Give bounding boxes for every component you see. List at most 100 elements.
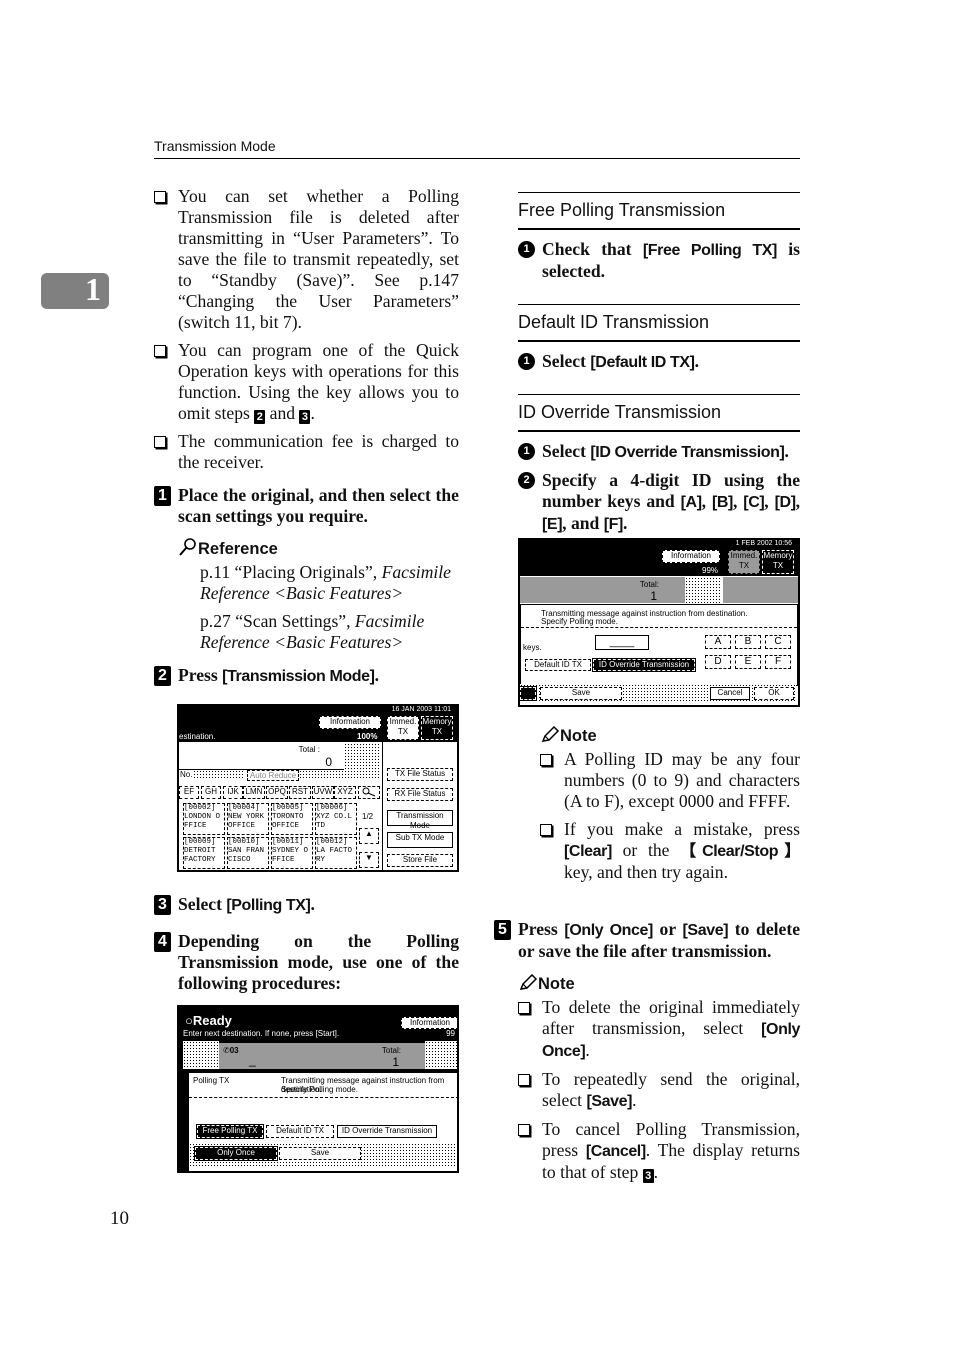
save-button[interactable]: Save xyxy=(279,1147,361,1160)
memory-percent: 99 xyxy=(446,1029,455,1038)
phone-icon: ✆03 xyxy=(223,1046,239,1055)
polling-tx-panel: Polling TX Transmitting message against … xyxy=(187,1073,457,1171)
save-button[interactable]: Save xyxy=(540,687,622,700)
id-override-step-1: 1 Select [ID Override Transmission]. xyxy=(518,441,800,463)
arrow-down-icon: ▼ xyxy=(365,853,373,862)
panel-title: Polling TX xyxy=(193,1076,230,1085)
destination-field[interactable]: ✆03 _ Total: 1 xyxy=(219,1043,425,1069)
section-title-id-override: ID Override Transmission xyxy=(518,402,722,422)
destination-button[interactable]: [00012] LA FACTO RY xyxy=(315,837,357,869)
information-button[interactable]: Information xyxy=(401,1017,457,1029)
ready-status: ○Ready xyxy=(185,1013,232,1028)
sub-tx-mode-button[interactable]: Sub TX Mode xyxy=(387,832,453,848)
default-id-tx-button[interactable]: Default ID TX xyxy=(266,1125,334,1138)
store-file-button[interactable]: Store File xyxy=(387,854,453,867)
pencil-icon xyxy=(519,973,538,990)
checkbox-bullet-icon xyxy=(540,824,552,836)
step-1: 1 Place the original, and then select the… xyxy=(154,485,459,527)
note-heading: Note xyxy=(518,973,800,995)
tx-file-status-button[interactable]: TX File Status xyxy=(387,768,453,781)
reference-item: p.27 “Scan Settings”, Facsimile Referenc… xyxy=(200,611,425,652)
information-button[interactable]: Information xyxy=(319,716,381,729)
checkbox-bullet-icon xyxy=(518,1124,530,1136)
polling-id-input[interactable]: ____ xyxy=(595,635,649,650)
ready-circle-icon: ○ xyxy=(185,1013,193,1028)
note-bullet: To delete the original immediately after… xyxy=(518,997,800,1062)
tab-xyz[interactable]: XYZ xyxy=(334,786,356,799)
key-c-button[interactable]: C xyxy=(765,635,791,649)
note-heading: Note xyxy=(540,725,800,747)
tab-lmn[interactable]: LMN xyxy=(243,786,265,799)
tab-rst[interactable]: RST xyxy=(289,786,311,799)
memory-tx-button[interactable]: Memory TX xyxy=(420,715,454,741)
screen-transmission-mode: 16 JAN 2003 11:01 estination. Informatio… xyxy=(177,704,459,872)
auto-reduce-button[interactable]: Auto Reduce xyxy=(247,770,299,781)
free-polling-step-1: 1 Check that [Free Polling TX] is selecte… xyxy=(518,239,800,282)
magnifier-icon xyxy=(179,538,196,556)
free-polling-tx-button[interactable]: Free Polling TX xyxy=(196,1124,264,1139)
cancel-button[interactable]: Cancel xyxy=(710,687,750,700)
step-2: 2 Press [Transmission Mode]. xyxy=(154,665,459,687)
bullet-item: You can set whether a Polling Transmissi… xyxy=(154,186,459,333)
ok-button[interactable]: OK xyxy=(754,687,794,700)
destination-button[interactable]: [00006] XYZ CO.L TD xyxy=(315,803,357,835)
destination-button[interactable]: [00005] TORONTO OFFICE xyxy=(271,803,313,835)
status-message: Enter next destination. If none, press [… xyxy=(183,1029,340,1038)
information-button[interactable]: Information xyxy=(662,550,720,563)
id-override-step-2: 2 Specify a 4-digit ID using the number k… xyxy=(518,470,800,535)
screen-id-override: 1 FEB 2002 10:56 Information 99% Immed. … xyxy=(518,538,800,707)
destination-field[interactable]: Total: 1 xyxy=(520,577,685,603)
note-block-1: Note A Polling ID may be any four number… xyxy=(540,725,800,890)
key-f-button[interactable]: F xyxy=(765,655,791,669)
checkbox-bullet-icon xyxy=(154,191,166,203)
checkbox-bullet-icon xyxy=(540,754,552,766)
step-ref-icon: 2 xyxy=(254,410,266,424)
destination-button[interactable]: [00004] NEW YORK OFFICE xyxy=(227,803,269,835)
key-a-button[interactable]: A xyxy=(705,635,731,649)
note-bullet: If you make a mistake, press [Clear] or … xyxy=(540,819,800,883)
scroll-down-button[interactable]: ▼ xyxy=(359,852,379,868)
key-label: [Polling TX] xyxy=(226,897,311,914)
tab-ef[interactable]: EF xyxy=(179,786,199,799)
destination-button[interactable]: [00010] SAN FRAN CISCO xyxy=(227,837,269,869)
key-e-button[interactable]: E xyxy=(735,655,761,669)
tab-uvw[interactable]: UVW xyxy=(312,786,334,799)
rx-file-status-button[interactable]: RX File Status xyxy=(387,788,453,801)
page-number: 10 xyxy=(110,1208,129,1229)
id-override-button[interactable]: ID Override Transmission xyxy=(592,658,696,672)
step-circle-icon: 1 xyxy=(518,353,535,370)
memory-tx-button[interactable]: Memory TX xyxy=(761,549,795,575)
key-b-button[interactable]: B xyxy=(735,635,761,649)
scroll-up-button[interactable]: ▲ xyxy=(359,828,379,844)
tab-ijk[interactable]: IJK xyxy=(223,786,243,799)
right-column: Free Polling Transmission 1 Check that [F… xyxy=(518,192,800,535)
key-d-button[interactable]: D xyxy=(705,655,731,669)
tab-gh[interactable]: GH xyxy=(201,786,221,799)
immed-tx-button[interactable]: Immed. TX xyxy=(728,550,760,574)
id-override-button[interactable]: ID Override Transmission xyxy=(337,1125,437,1138)
bullet-item: You can program one of the Quick Operati… xyxy=(154,340,459,424)
transmission-mode-button[interactable]: Transmission Mode xyxy=(387,810,453,830)
key-label: [ID Override Transmission] xyxy=(590,444,785,461)
search-button[interactable] xyxy=(358,786,380,799)
memory-percent: 99% xyxy=(702,566,719,575)
default-id-tx-button[interactable]: Default ID TX xyxy=(525,659,591,671)
step-circle-icon: 1 xyxy=(518,241,535,258)
reference-block: Reference p.11 “Placing Originals”, Facs… xyxy=(154,537,459,653)
destination-grid: [00002] LONDON O FFICE [00004] NEW YORK OF… xyxy=(179,803,357,869)
key-label: [Transmission Mode] xyxy=(222,668,375,685)
tab-opq[interactable]: OPQ xyxy=(266,786,288,799)
immed-tx-button[interactable]: Immed. TX xyxy=(387,716,419,740)
memory-percent: 100% xyxy=(357,732,378,741)
destination-field[interactable]: Total : 0 xyxy=(179,743,344,770)
checkbox-bullet-icon xyxy=(154,345,166,357)
datetime: 16 JAN 2003 11:01 xyxy=(391,706,451,713)
key-label: [Default ID TX] xyxy=(590,354,695,371)
note-block-2: Note To delete the original immediately … xyxy=(518,973,800,1190)
only-once-button[interactable]: Only Once xyxy=(194,1146,278,1161)
id-entry-panel: Transmitting message against instruction… xyxy=(520,604,798,686)
destination-button[interactable]: [00002] LONDON O FFICE xyxy=(183,803,225,835)
destination-button[interactable]: [00009] DETROIT FACTORY xyxy=(183,837,225,869)
destination-button[interactable]: [00011] SYDNEY O FFICE xyxy=(271,837,313,869)
checkbox-bullet-icon xyxy=(518,1002,530,1014)
